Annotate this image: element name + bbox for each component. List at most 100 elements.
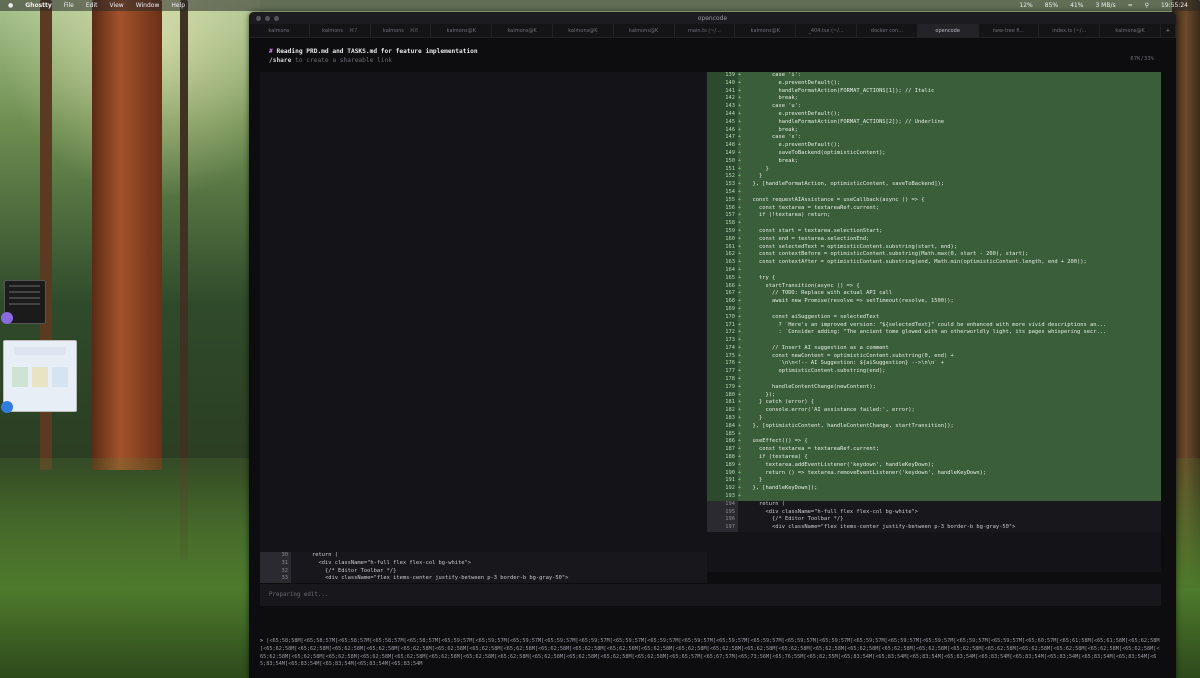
added-marker: + bbox=[738, 181, 742, 188]
window-thumbnail-browser[interactable] bbox=[3, 340, 77, 412]
code-text: const contextBefore = optimisticContent.… bbox=[746, 251, 1029, 258]
line-number: 161 bbox=[707, 243, 738, 252]
tab-0[interactable]: kalmons bbox=[249, 24, 310, 37]
line-number: 153 bbox=[707, 181, 738, 189]
diff-line-added: 188 + if (textarea) { bbox=[707, 454, 1161, 462]
added-marker: + bbox=[738, 344, 742, 351]
code-text: case 's': bbox=[746, 134, 802, 141]
tab-label: kalmons@K bbox=[629, 27, 659, 34]
search-icon[interactable]: ⚲ bbox=[1145, 2, 1149, 9]
diff-line-added: 143 + case 'u': bbox=[707, 103, 1161, 111]
line-number: 145 bbox=[707, 118, 738, 127]
diff-pane-new: 139 + case 'i': 140 + e.preventDefault(); 14… bbox=[707, 72, 1161, 572]
tab-12[interactable]: new-tree fi... bbox=[979, 24, 1040, 37]
menu-window[interactable]: Window bbox=[136, 2, 160, 9]
line-number: 197 bbox=[707, 524, 738, 533]
tab-14[interactable]: kalmons@K bbox=[1100, 24, 1161, 37]
clock[interactable]: 19:55:24 bbox=[1161, 2, 1188, 9]
menu-app-name[interactable]: Ghostty bbox=[25, 2, 52, 9]
line-number: 165 bbox=[707, 274, 738, 283]
menu-view[interactable]: View bbox=[109, 2, 123, 9]
code-text: }, [handleKeyDown]); bbox=[746, 485, 818, 492]
added-marker: + bbox=[738, 196, 742, 203]
code-text: textarea.addEventListener('keydown', han… bbox=[746, 461, 935, 468]
diff-line-added: 172 + : `Consider adding: "The ancient to… bbox=[707, 329, 1161, 338]
tab-11[interactable]: opencode bbox=[917, 24, 979, 37]
line-number: 192 bbox=[707, 485, 738, 494]
line-number: 185 bbox=[707, 430, 738, 439]
added-marker: + bbox=[738, 352, 742, 359]
session-header: # Reading PRD.md and TASKS.md for featur… bbox=[269, 47, 478, 65]
diff-line-added: 148 + e.preventDefault(); bbox=[707, 142, 1161, 150]
added-marker: + bbox=[738, 134, 742, 141]
diff-line-added: 175 + const newContent = optimisticConten… bbox=[707, 352, 1161, 361]
tab-2[interactable]: kalmons ⌘8 bbox=[371, 24, 432, 37]
status-mem[interactable]: 85% bbox=[1045, 2, 1058, 9]
tab-9[interactable]: _404.tsx (~/... bbox=[796, 24, 857, 37]
code-text: saveToBackend(optimisticContent); bbox=[746, 149, 886, 156]
tab-7[interactable]: main.ts (~/... bbox=[675, 24, 736, 37]
diff-line-added: 187 + const textarea = textareaRef.curren… bbox=[707, 446, 1161, 455]
added-marker: + bbox=[738, 391, 742, 398]
line-number: 152 bbox=[707, 173, 738, 182]
wifi-icon[interactable]: ≈ bbox=[1128, 2, 1133, 9]
diff-line-context: 33 <div className="flex items-center jus… bbox=[260, 575, 707, 584]
code-text: const aiSuggestion = selectedText bbox=[746, 313, 880, 320]
app-icon-purple[interactable] bbox=[1, 312, 13, 324]
line-number: 150 bbox=[707, 157, 738, 166]
line-number: 188 bbox=[707, 454, 738, 462]
context-marker bbox=[291, 552, 299, 560]
added-marker: + bbox=[738, 118, 742, 125]
diff-line-context: 32 {/* Editor Toolbar */} bbox=[260, 567, 707, 576]
tab-1[interactable]: kalmons ⌘7 bbox=[310, 24, 371, 37]
diff-line-added: 169 + bbox=[707, 305, 1161, 314]
status-net[interactable]: 3 MB/s bbox=[1095, 2, 1115, 9]
added-marker: + bbox=[738, 493, 742, 500]
status-disk[interactable]: 41% bbox=[1070, 2, 1083, 9]
title-bar: opencode bbox=[249, 12, 1176, 24]
tab-3[interactable]: kalmons@K bbox=[431, 24, 493, 37]
code-text: break; bbox=[746, 95, 798, 102]
diff-line-added: 183 + } bbox=[707, 415, 1161, 423]
tab-13[interactable]: index.ts (~/... bbox=[1039, 24, 1101, 37]
code-text: : `Consider adding: "The ancient tome gl… bbox=[746, 329, 1107, 336]
tab-label: kalmons@K bbox=[750, 27, 780, 34]
line-number: 164 bbox=[707, 266, 738, 275]
tab-6[interactable]: kalmons@K bbox=[614, 24, 675, 37]
apple-icon[interactable]: ● bbox=[8, 2, 13, 9]
diff-line-added: 151 + } bbox=[707, 165, 1161, 174]
added-marker: + bbox=[738, 126, 742, 133]
diff-line-context: 197 <div className="flex items-center ju… bbox=[707, 524, 1161, 533]
code-text: const selectedText = optimisticContent.s… bbox=[746, 243, 957, 250]
code-text: e.preventDefault(); bbox=[746, 110, 841, 117]
tab-4[interactable]: kalmons@K bbox=[492, 24, 553, 37]
menu-edit[interactable]: Edit bbox=[86, 2, 98, 9]
code-text: console.error('AI assistance failed:', e… bbox=[746, 407, 915, 414]
safari-icon[interactable] bbox=[1, 401, 13, 413]
code-text: const requestAIAssistance = useCallback(… bbox=[746, 196, 925, 203]
tab-8[interactable]: kalmons@K bbox=[735, 24, 797, 37]
added-marker: + bbox=[738, 360, 742, 367]
tab-10[interactable]: docker con... bbox=[857, 24, 918, 37]
code-text: if (!textarea) return; bbox=[746, 212, 831, 219]
tab-5[interactable]: kalmons@K bbox=[553, 24, 614, 37]
new-tab-button[interactable]: + bbox=[1161, 24, 1176, 37]
diff-line-added: 167 + // TODO: Replace with actual API ca… bbox=[707, 290, 1161, 299]
menu-help[interactable]: Help bbox=[171, 2, 185, 9]
added-marker: + bbox=[738, 142, 742, 149]
status-cpu[interactable]: 12% bbox=[1019, 2, 1032, 9]
code-text: const textarea = textareaRef.current; bbox=[746, 446, 880, 453]
line-number: 149 bbox=[707, 149, 738, 158]
diff-line-added: 152 + } bbox=[707, 173, 1161, 182]
line-number: 147 bbox=[707, 134, 738, 143]
code-text: handleFormatAction(FORMAT_ACTIONS[2]); /… bbox=[746, 118, 944, 125]
line-number: 167 bbox=[707, 290, 738, 299]
menu-file[interactable]: File bbox=[64, 2, 74, 9]
prompt-symbol: > bbox=[260, 638, 264, 644]
added-marker: + bbox=[738, 399, 742, 406]
diff-line-added: 153 + }, [handleFormatAction, optimisticC… bbox=[707, 181, 1161, 189]
code-text: <div className="flex items-center justif… bbox=[746, 524, 1016, 531]
